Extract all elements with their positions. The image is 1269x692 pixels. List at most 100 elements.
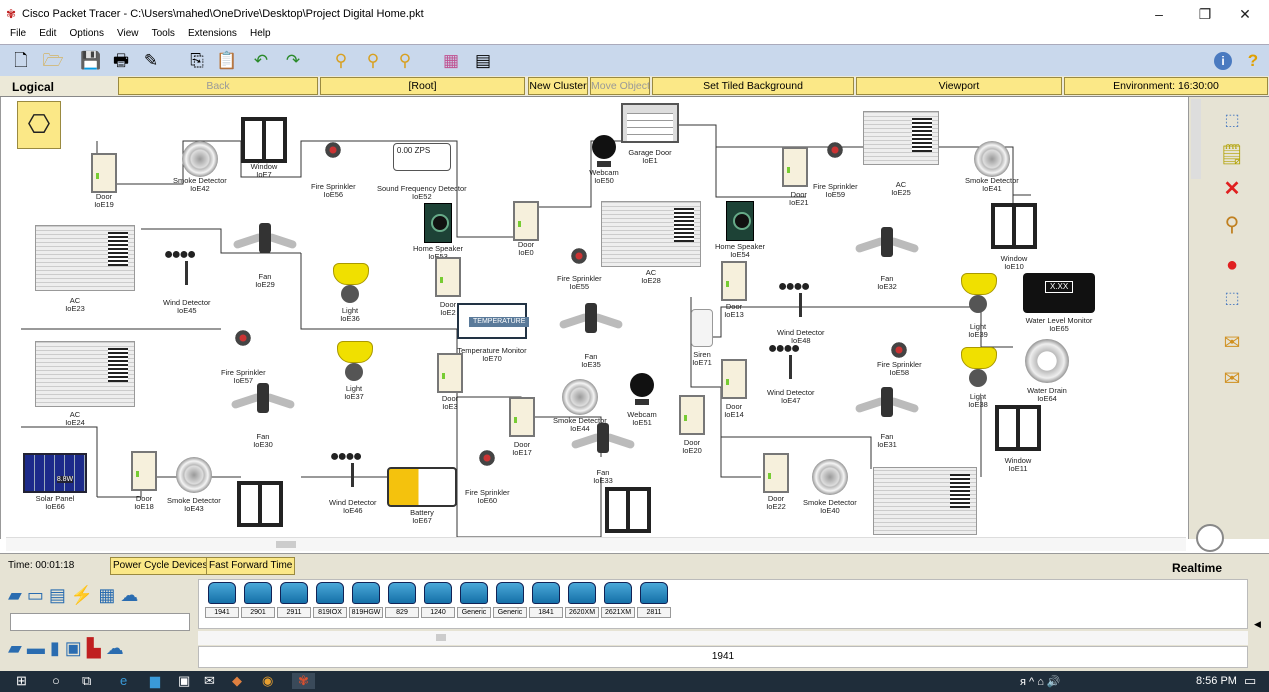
collapse-panel-icon[interactable]: ◀ <box>1254 619 1261 630</box>
model-2811[interactable]: 2811 <box>637 582 671 624</box>
door-ioe18[interactable]: Door IoE18 <box>131 451 157 511</box>
realtime-clock-icon[interactable] <box>1196 524 1224 552</box>
copy-icon[interactable]: ⎘ <box>186 50 208 72</box>
network-devices-icon[interactable]: ▰ <box>8 585 22 605</box>
wireless-devices-icon[interactable]: ▣ <box>65 638 82 658</box>
menu-file[interactable]: File <box>10 27 26 41</box>
close-button[interactable]: ✕ <box>1236 6 1254 23</box>
open-folder-icon[interactable]: 🗁 <box>42 50 64 72</box>
home-speaker-ioe54[interactable]: Home Speaker IoE54 <box>715 201 765 259</box>
paste-icon[interactable]: 📋 <box>216 50 238 72</box>
fan-ioe29[interactable]: Fan IoE29 <box>231 223 299 289</box>
window-bottom-left[interactable] <box>237 481 283 527</box>
multiuser-icon[interactable]: ☁ <box>120 585 138 605</box>
app-icon[interactable]: ◆ <box>232 673 242 689</box>
smoke-detector-ioe42[interactable]: Smoke Detector IoE42 <box>173 141 227 193</box>
minimize-button[interactable]: – <box>1150 6 1168 22</box>
workspace-vscroll-thumb[interactable] <box>1191 99 1201 179</box>
fire-sprinkler-ioe56[interactable]: Fire Sprinkler IoE56 <box>311 141 356 199</box>
delete-icon[interactable]: ✕ <box>1215 175 1249 203</box>
door-ioe14[interactable]: Door IoE14 <box>721 359 747 419</box>
water-level-monitor-ioe65[interactable]: X.XX Water Level Monitor IoE65 <box>1023 273 1095 333</box>
routers-icon[interactable]: ▰ <box>8 638 22 658</box>
switches-icon[interactable]: ▬ <box>27 638 45 658</box>
door-ioe22[interactable]: Door IoE22 <box>763 453 789 511</box>
ac-ioe24[interactable]: AC IoE24 <box>35 341 135 427</box>
power-cycle-devices-button[interactable]: Power Cycle Devices <box>110 557 211 575</box>
window-ioe11[interactable]: Window IoE11 <box>995 405 1041 473</box>
ac-ioe23[interactable]: AC IoE23 <box>35 225 135 313</box>
light-ioe39[interactable]: Light IoE39 <box>961 273 997 339</box>
wind-detector-ioe48[interactable]: Wind Detector IoE48 <box>777 283 825 345</box>
mail-icon[interactable]: ✉ <box>204 673 215 689</box>
fan-ioe33[interactable]: Fan IoE33 <box>569 423 637 485</box>
maximize-button[interactable]: ❐ <box>1196 6 1214 23</box>
redo-icon[interactable]: ↷ <box>282 50 304 72</box>
webcam-ioe50[interactable]: Webcam IoE50 <box>589 135 619 185</box>
model-1240[interactable]: 1240 <box>421 582 455 624</box>
move-object-button[interactable]: Move Object <box>590 77 650 95</box>
ac-bottom-right[interactable] <box>873 467 977 535</box>
workspace-hscroll[interactable] <box>6 537 1186 551</box>
ac-ioe28[interactable]: AC IoE28 <box>601 201 701 285</box>
taskbar-clock[interactable]: 8:56 PM <box>1196 675 1237 687</box>
ac-ioe25[interactable]: AC IoE25 <box>863 111 939 197</box>
door-ioe17[interactable]: Door IoE17 <box>509 397 535 457</box>
door-ioe0[interactable]: Door IoE0 <box>513 201 539 257</box>
inspect-note-icon[interactable]: 🗒 <box>1215 141 1249 169</box>
model-generic-1[interactable]: Generic <box>457 582 491 624</box>
wind-detector-ioe46[interactable]: Wind Detector IoE46 <box>329 453 377 515</box>
menu-tools[interactable]: Tools <box>152 27 175 41</box>
sound-frequency-detector-ioe52[interactable]: 0.00 ZPS Sound Frequency Detector IoE52 <box>377 143 467 201</box>
root-button[interactable]: [Root] <box>320 77 525 95</box>
menu-options[interactable]: Options <box>69 27 103 41</box>
wan-emulation-icon[interactable]: ☁ <box>106 638 124 658</box>
hubs-icon[interactable]: ▮ <box>50 638 60 658</box>
light-ioe38[interactable]: Light IoE38 <box>961 347 997 409</box>
misc-icon[interactable]: ▦ <box>98 585 115 605</box>
select-icon[interactable]: ⬚ <box>1215 107 1249 135</box>
model-1841[interactable]: 1841 <box>529 582 563 624</box>
back-button[interactable]: Back <box>118 77 318 95</box>
model-829[interactable]: 829 <box>385 582 419 624</box>
scroll-thumb[interactable] <box>436 634 446 641</box>
model-819iox[interactable]: 819IOX <box>313 582 347 624</box>
smoke-detector-ioe41[interactable]: Smoke Detector IoE41 <box>965 141 1019 193</box>
cluster-icon[interactable]: ⎔ <box>17 101 61 149</box>
pdu-complex-icon[interactable]: ✉ <box>1215 365 1249 393</box>
model-2901[interactable]: 2901 <box>241 582 275 624</box>
fan-ioe31[interactable]: Fan IoE31 <box>853 387 921 449</box>
wind-detector-ioe45[interactable]: Wind Detector IoE45 <box>163 251 211 315</box>
door-ioe19[interactable]: Door IoE19 <box>91 153 117 209</box>
door-ioe13[interactable]: Door IoE13 <box>721 261 747 319</box>
model-1941[interactable]: 1941 <box>205 582 239 624</box>
edge-browser-icon[interactable]: e <box>120 673 127 688</box>
zoom-reset-icon[interactable]: ⚲ <box>362 50 384 72</box>
smoke-detector-ioe43[interactable]: Smoke Detector IoE43 <box>167 457 221 513</box>
info-button[interactable]: i <box>1214 52 1232 70</box>
resize-icon[interactable]: ⬚ <box>1215 285 1249 313</box>
fire-sprinkler-ioe59[interactable]: Fire Sprinkler IoE59 <box>813 141 858 199</box>
activity-wizard-icon[interactable]: ✎ <box>140 50 162 72</box>
wind-detector-ioe47[interactable]: Wind Detector IoE47 <box>767 345 815 405</box>
set-tiled-background-button[interactable]: Set Tiled Background <box>652 77 854 95</box>
search-icon[interactable]: ○ <box>52 673 60 688</box>
door-ioe20[interactable]: Door IoE20 <box>679 395 705 455</box>
pdu-simple-icon[interactable]: ✉ <box>1215 329 1249 357</box>
components-icon[interactable]: ▤ <box>49 585 66 605</box>
viewport-button[interactable]: Viewport <box>856 77 1062 95</box>
logical-mode-label[interactable]: Logical <box>12 80 54 94</box>
file-explorer-icon[interactable]: ▆ <box>150 673 160 689</box>
window-ioe10[interactable]: Window IoE10 <box>991 203 1037 271</box>
custom-device-icon[interactable]: ▤ <box>472 50 494 72</box>
zoom-icon[interactable]: ⚲ <box>1215 211 1249 239</box>
menu-edit[interactable]: Edit <box>39 27 56 41</box>
water-drain-ioe64[interactable]: Water Drain IoE64 <box>1025 339 1069 403</box>
chrome-icon[interactable]: ◉ <box>262 673 273 689</box>
window-ioe7[interactable]: Window IoE7 <box>241 117 287 179</box>
temperature-monitor-ioe70[interactable]: TEMPERATURE Temperature Monitor IoE70 <box>457 303 530 363</box>
fire-sprinkler-ioe57[interactable]: Fire Sprinkler IoE57 <box>221 329 266 385</box>
store-icon[interactable]: ▣ <box>178 673 190 689</box>
palette-icon[interactable]: ▦ <box>440 50 462 72</box>
zoom-out-icon[interactable]: ⚲ <box>394 50 416 72</box>
